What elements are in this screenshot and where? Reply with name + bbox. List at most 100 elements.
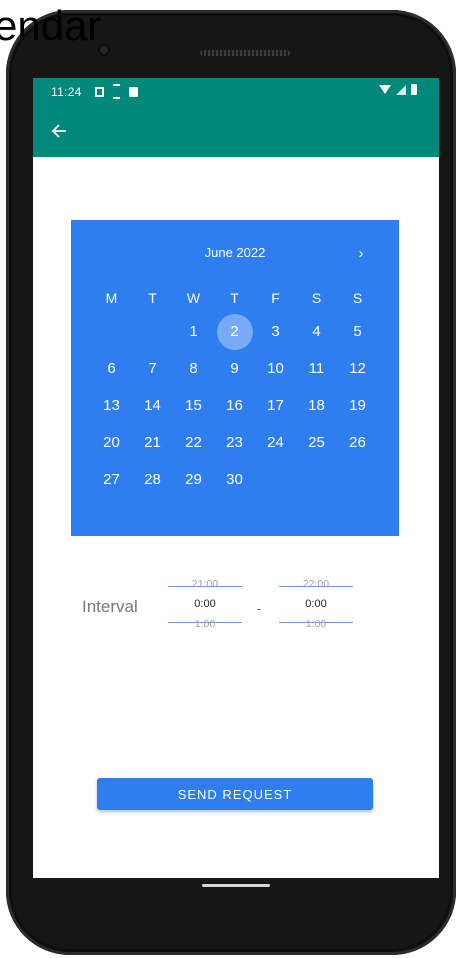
weekday-label: T bbox=[148, 290, 157, 306]
day-number: 4 bbox=[312, 323, 321, 340]
app-bar bbox=[33, 105, 439, 157]
day-cell[interactable]: 15 bbox=[173, 387, 214, 424]
wifi-icon bbox=[379, 85, 391, 94]
day-number: 20 bbox=[103, 434, 120, 451]
day-number: 25 bbox=[308, 434, 325, 451]
next-month-button[interactable]: › bbox=[349, 242, 373, 264]
status-notification-icons bbox=[95, 84, 138, 99]
day-number: 14 bbox=[144, 397, 161, 414]
day-number: 23 bbox=[226, 434, 243, 451]
gesture-nav-area bbox=[6, 878, 456, 948]
interval-label: Interval bbox=[82, 597, 138, 616]
day-cell[interactable]: 16 bbox=[214, 387, 255, 424]
day-cell[interactable]: 28 bbox=[132, 461, 173, 498]
status-time: 11:24 bbox=[51, 85, 82, 99]
day-cell[interactable]: 26 bbox=[337, 424, 378, 461]
end-time-next: 1:00 bbox=[305, 618, 327, 630]
days-grid: 1 2 3 4 5 6 7 8 9 10 11 12 13 14 15 16 17 18 19 20 21 22 23 24 2… bbox=[91, 313, 378, 498]
day-cell[interactable]: 27 bbox=[91, 461, 132, 498]
start-time-next: 1:00 bbox=[194, 618, 216, 630]
day-cell[interactable]: 7 bbox=[132, 350, 173, 387]
day-number: 24 bbox=[267, 434, 284, 451]
day-number: 18 bbox=[308, 397, 325, 414]
day-cell[interactable]: 3 bbox=[255, 313, 296, 350]
day-cell[interactable]: 10 bbox=[255, 350, 296, 387]
day-number: 19 bbox=[349, 397, 366, 414]
day-number: 5 bbox=[353, 323, 362, 340]
end-time-prev: 22:00 bbox=[302, 578, 330, 590]
day-number: 9 bbox=[230, 360, 239, 377]
earpiece-speaker bbox=[200, 50, 290, 56]
cell-signal-icon bbox=[396, 84, 406, 95]
day-number: 7 bbox=[148, 360, 157, 377]
end-time-picker[interactable]: 22:00 0:00 1:00 bbox=[279, 578, 353, 638]
day-number: 13 bbox=[103, 397, 120, 414]
notification-app-icon bbox=[95, 86, 104, 97]
start-time-prev: 21:00 bbox=[191, 578, 219, 590]
day-cell[interactable]: 30 bbox=[214, 461, 255, 498]
weekday-label: S bbox=[352, 290, 363, 306]
day-cell[interactable]: 4 bbox=[296, 313, 337, 350]
day-cell[interactable]: 1 bbox=[173, 313, 214, 350]
send-request-button[interactable]: SEND REQUEST bbox=[97, 778, 373, 810]
day-cell[interactable]: 29 bbox=[173, 461, 214, 498]
page-heading: endar bbox=[0, 2, 102, 49]
day-number: 6 bbox=[107, 360, 116, 377]
day-number: 27 bbox=[103, 471, 120, 488]
day-number: 2 bbox=[216, 313, 253, 350]
start-time-current: 0:00 bbox=[194, 598, 216, 610]
weekday-label: M bbox=[105, 290, 118, 306]
calendar-header: June 2022 › bbox=[71, 242, 399, 264]
day-number: 12 bbox=[349, 360, 366, 377]
day-cell-selected[interactable]: 2 bbox=[214, 313, 255, 350]
day-cell[interactable]: 13 bbox=[91, 387, 132, 424]
day-cell[interactable]: 19 bbox=[337, 387, 378, 424]
day-number: 26 bbox=[349, 434, 366, 451]
day-number: 16 bbox=[226, 397, 243, 414]
day-number: 15 bbox=[185, 397, 202, 414]
status-bar: 11:24 bbox=[33, 78, 439, 105]
calendar-widget: June 2022 › MTWTFSS 1 2 3 4 5 6 7 8 9 10 11 12 13 14 1… bbox=[71, 220, 399, 536]
interval-separator: - bbox=[257, 601, 262, 616]
day-cell[interactable]: 23 bbox=[214, 424, 255, 461]
day-cell[interactable]: 6 bbox=[91, 350, 132, 387]
back-button[interactable] bbox=[45, 117, 73, 145]
day-number: 21 bbox=[144, 434, 161, 451]
day-cell[interactable]: 17 bbox=[255, 387, 296, 424]
day-cell[interactable]: 12 bbox=[337, 350, 378, 387]
end-time-current: 0:00 bbox=[305, 598, 327, 610]
day-number: 11 bbox=[308, 360, 325, 377]
day-number: 1 bbox=[189, 323, 198, 340]
day-cell[interactable]: 9 bbox=[214, 350, 255, 387]
day-cell[interactable]: 11 bbox=[296, 350, 337, 387]
day-cell[interactable]: 18 bbox=[296, 387, 337, 424]
day-cell[interactable]: 14 bbox=[132, 387, 173, 424]
status-system-icons bbox=[379, 84, 417, 95]
notification-storage-icon bbox=[113, 84, 120, 99]
battery-icon bbox=[411, 84, 417, 95]
empty-day-cell bbox=[91, 313, 132, 350]
empty-day-cell bbox=[132, 313, 173, 350]
weekday-label: W bbox=[186, 290, 201, 306]
home-indicator[interactable] bbox=[202, 884, 270, 887]
weekday-label: T bbox=[230, 290, 239, 306]
picker-divider bbox=[168, 586, 242, 587]
day-number: 8 bbox=[189, 360, 198, 377]
day-cell[interactable]: 8 bbox=[173, 350, 214, 387]
day-cell[interactable]: 5 bbox=[337, 313, 378, 350]
day-number: 22 bbox=[185, 434, 202, 451]
day-number: 29 bbox=[185, 471, 202, 488]
weekday-label: S bbox=[311, 290, 322, 306]
day-number: 30 bbox=[226, 471, 243, 488]
arrow-back-icon bbox=[51, 124, 66, 138]
start-time-picker[interactable]: 21:00 0:00 1:00 bbox=[168, 578, 242, 638]
day-cell[interactable]: 24 bbox=[255, 424, 296, 461]
day-number: 28 bbox=[144, 471, 161, 488]
day-cell[interactable]: 25 bbox=[296, 424, 337, 461]
weekday-row: MTWTFSS bbox=[91, 288, 378, 308]
day-cell[interactable]: 20 bbox=[91, 424, 132, 461]
day-cell[interactable]: 21 bbox=[132, 424, 173, 461]
day-cell[interactable]: 22 bbox=[173, 424, 214, 461]
day-number: 10 bbox=[267, 360, 284, 377]
sd-card-icon bbox=[129, 86, 138, 97]
